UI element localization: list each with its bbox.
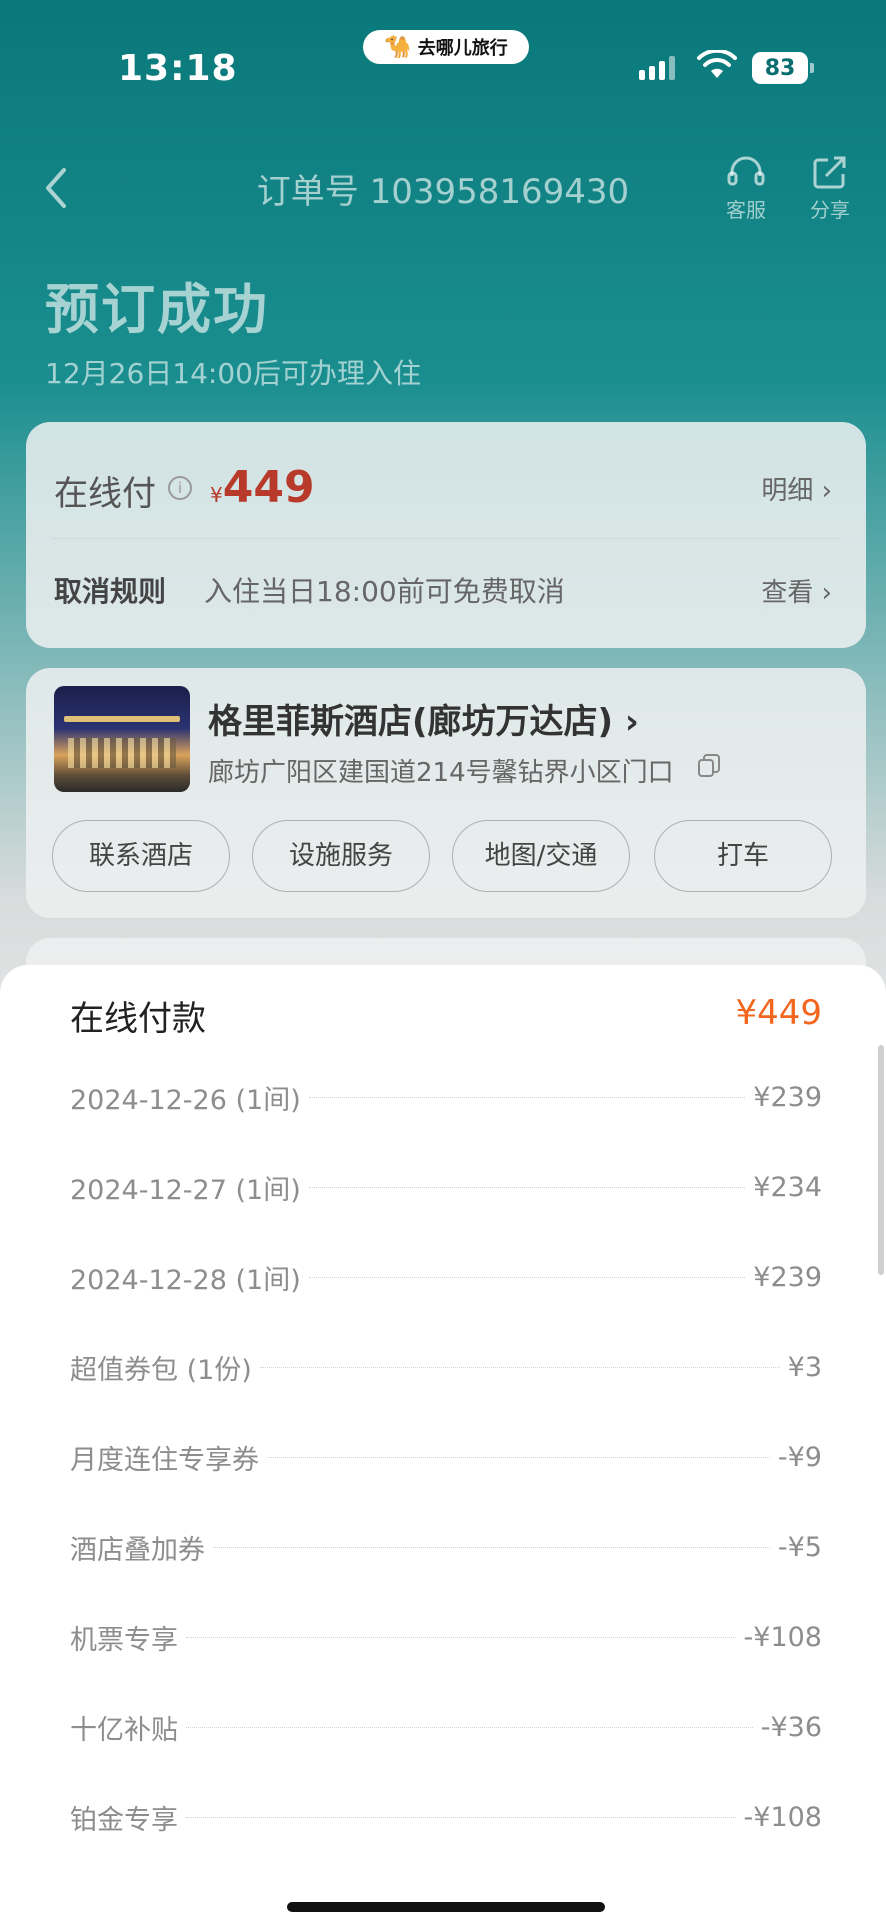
line-item-value: ¥239 xyxy=(753,1261,822,1293)
sheet-title: 在线付款 xyxy=(70,999,206,1039)
line-item-value: -¥5 xyxy=(777,1531,822,1563)
line-item-label: 铂金专享 xyxy=(70,1804,178,1836)
status-bar: 13:18 🐪 去哪儿旅行 83 xyxy=(0,0,886,140)
card-divider xyxy=(52,538,840,539)
customer-service-button[interactable]: 客服 xyxy=(716,154,776,223)
line-item-label: 2024-12-28 (1间) xyxy=(70,1264,301,1296)
hotel-name-link[interactable]: 格里菲斯酒店(廊坊万达店) › xyxy=(208,694,639,743)
cellular-signal-icon xyxy=(639,56,675,80)
status-time: 13:18 xyxy=(118,48,238,89)
contact-hotel-button[interactable]: 联系酒店 xyxy=(52,820,230,892)
map-transport-button[interactable]: 地图/交通 xyxy=(452,820,630,892)
line-item-value: -¥108 xyxy=(743,1621,822,1653)
payment-type-label: 在线付 xyxy=(54,474,156,514)
info-icon[interactable]: i xyxy=(168,476,192,500)
headset-icon xyxy=(727,156,765,186)
line-item-label: 酒店叠加券 xyxy=(70,1534,205,1566)
copy-icon[interactable] xyxy=(698,754,720,778)
currency-symbol: ¥ xyxy=(210,483,223,507)
battery-indicator: 83 xyxy=(752,52,814,84)
payment-price: ¥449 xyxy=(210,462,315,513)
app-badge-label: 去哪儿旅行 xyxy=(417,38,508,59)
order-nav-bar: 订单号 103958169430 客服 分享 xyxy=(0,150,886,230)
share-icon xyxy=(813,156,846,189)
dotted-leader xyxy=(186,1636,736,1638)
cancel-policy-text: 入住当日18:00前可免费取消 xyxy=(204,575,565,608)
wifi-icon xyxy=(697,50,737,78)
line-item-label: 2024-12-26 (1间) xyxy=(70,1084,301,1116)
list-item: 铂金专享 -¥108 xyxy=(70,1797,822,1837)
list-item: 超值券包 (1份) ¥3 xyxy=(70,1347,822,1387)
customer-service-label: 客服 xyxy=(726,198,766,222)
line-item-label: 机票专享 xyxy=(70,1624,178,1656)
list-item: 2024-12-27 (1间) ¥234 xyxy=(70,1167,822,1207)
list-item: 2024-12-28 (1间) ¥239 xyxy=(70,1257,822,1297)
sheet-scrollbar[interactable] xyxy=(878,1045,884,1275)
line-item-value: ¥234 xyxy=(753,1171,822,1203)
dotted-leader xyxy=(267,1456,770,1458)
share-label: 分享 xyxy=(810,198,850,222)
line-item-value: -¥36 xyxy=(760,1711,822,1743)
app-badge: 🐪 去哪儿旅行 xyxy=(363,30,529,64)
line-item-value: -¥9 xyxy=(777,1441,822,1473)
line-item-label: 2024-12-27 (1间) xyxy=(70,1174,301,1206)
sheet-total-amount: ¥449 xyxy=(735,993,822,1033)
dotted-leader xyxy=(259,1366,780,1368)
dotted-leader xyxy=(308,1276,746,1278)
payment-amount: 449 xyxy=(222,462,315,513)
hotel-address: 廊坊广阳区建国道214号馨钻界小区门口 xyxy=(208,758,674,788)
cancel-policy-label: 取消规则 xyxy=(54,575,167,608)
price-detail-link[interactable]: 明细 › xyxy=(761,470,832,507)
line-item-value: ¥3 xyxy=(787,1351,822,1383)
dotted-leader xyxy=(186,1726,753,1728)
line-item-value: -¥108 xyxy=(743,1801,822,1833)
taxi-button[interactable]: 打车 xyxy=(654,820,832,892)
facilities-button[interactable]: 设施服务 xyxy=(252,820,430,892)
dotted-leader xyxy=(186,1816,736,1818)
checkin-time-note: 12月26日14:00后可办理入住 xyxy=(45,357,421,390)
camel-logo-icon: 🐪 xyxy=(384,34,412,60)
payment-detail-sheet: 在线付款 ¥449 2024-12-26 (1间) ¥239 2024-12-2… xyxy=(0,965,886,1928)
home-indicator[interactable] xyxy=(287,1902,605,1912)
list-item: 月度连住专享券 -¥9 xyxy=(70,1437,822,1477)
list-item: 酒店叠加券 -¥5 xyxy=(70,1527,822,1567)
list-item: 机票专享 -¥108 xyxy=(70,1617,822,1657)
line-item-label: 十亿补贴 xyxy=(70,1714,178,1746)
battery-level: 83 xyxy=(764,55,796,81)
dotted-leader xyxy=(308,1096,746,1098)
cancel-policy-view-link[interactable]: 查看 › xyxy=(761,572,832,609)
line-item-label: 超值券包 (1份) xyxy=(70,1354,252,1386)
dotted-leader xyxy=(308,1186,746,1188)
list-item: 2024-12-26 (1间) ¥239 xyxy=(70,1077,822,1117)
share-button[interactable]: 分享 xyxy=(800,154,860,223)
hotel-photo[interactable] xyxy=(54,686,190,792)
hotel-card: 格里菲斯酒店(廊坊万达店) › 廊坊广阳区建国道214号馨钻界小区门口 联系酒店… xyxy=(26,668,866,918)
line-item-value: ¥239 xyxy=(753,1081,822,1113)
payment-card: 在线付 i ¥449 明细 › 取消规则 入住当日18:00前可免费取消 查看 … xyxy=(26,422,866,648)
list-item: 十亿补贴 -¥36 xyxy=(70,1707,822,1747)
line-item-label: 月度连住专享券 xyxy=(70,1444,259,1476)
booking-status-title: 预订成功 xyxy=(45,278,269,341)
dotted-leader xyxy=(213,1546,770,1548)
